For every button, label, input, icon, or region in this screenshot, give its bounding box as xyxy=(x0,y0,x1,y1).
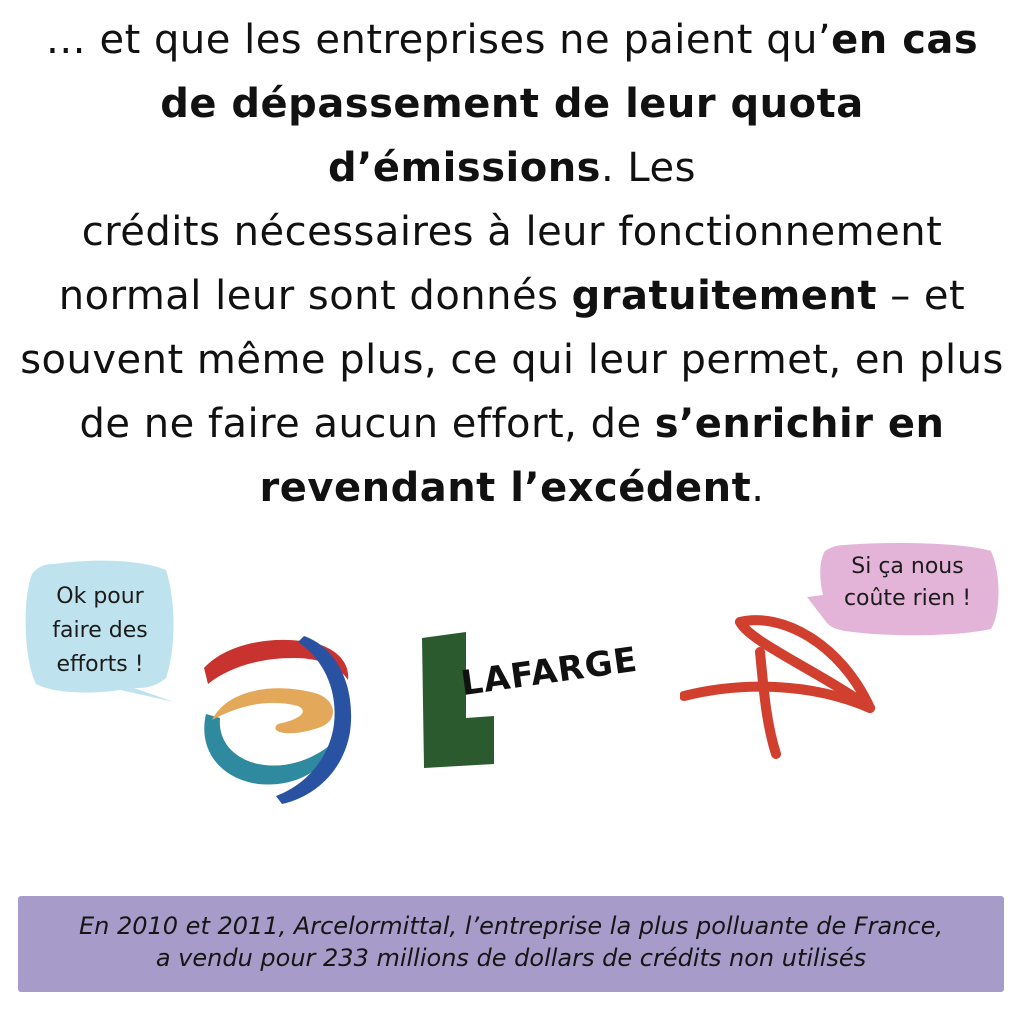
narration-segment: . Les xyxy=(600,145,696,191)
narration-line: revendant l’excédent. xyxy=(10,456,1014,520)
narration-line: de ne faire aucun effort, de s’enrichir … xyxy=(10,392,1014,456)
bubble-line: coûte rien ! xyxy=(843,586,972,611)
bubble-line: efforts ! xyxy=(56,652,144,677)
narration-line: … et que les entreprises ne paient qu’en… xyxy=(10,8,1014,72)
narration-line: crédits nécessaires à leur fonctionnemen… xyxy=(81,209,943,255)
narration-emphasis: de dépassement de leur quota d’émissions xyxy=(160,81,864,191)
speech-bubble-left-text: Ok pour faire des efforts ! xyxy=(24,580,176,682)
narration-text: … et que les entreprises ne paient qu’en… xyxy=(10,8,1014,520)
caption-box: En 2010 et 2011, Arcelormittal, l’entrep… xyxy=(18,896,1004,992)
bubble-line: faire des xyxy=(52,618,148,643)
lafarge-logo: LAFARGE xyxy=(416,626,646,771)
total-logo-icon xyxy=(204,636,352,804)
narration-segment: – et xyxy=(877,273,966,319)
caption-line: a vendu pour 233 millions de dollars de … xyxy=(155,944,867,972)
speech-bubble-left: Ok pour faire des efforts ! xyxy=(24,560,176,702)
narration-emphasis: revendant l’excédent xyxy=(259,465,752,511)
narration-line: normal leur sont donnés gratuitement – e… xyxy=(10,264,1014,328)
narration-emphasis: s’enrichir en xyxy=(654,401,945,447)
narration-line: de dépassement de leur quota d’émissions… xyxy=(10,72,1014,200)
narration-emphasis: gratuitement xyxy=(571,273,877,319)
narration-segment: normal leur sont donnés xyxy=(58,273,572,319)
speech-bubble-right-text: Si ça nous coûte rien ! xyxy=(815,551,1000,615)
caption-line: En 2010 et 2011, Arcelormittal, l’entrep… xyxy=(78,912,944,940)
narration-segment: de ne faire aucun effort, de xyxy=(79,401,655,447)
arrow-logo xyxy=(679,612,880,762)
bubble-line: Ok pour xyxy=(56,584,144,609)
narration-emphasis: en cas xyxy=(831,17,979,63)
narration-line: souvent même plus, ce qui leur permet, e… xyxy=(20,337,1004,383)
arrow-logo-icon xyxy=(679,615,875,759)
narration-segment: … et que les entreprises ne paient qu’ xyxy=(45,17,832,63)
bubble-line: Si ça nous xyxy=(851,554,964,579)
total-logo xyxy=(198,628,358,804)
narration-segment: . xyxy=(751,465,765,511)
